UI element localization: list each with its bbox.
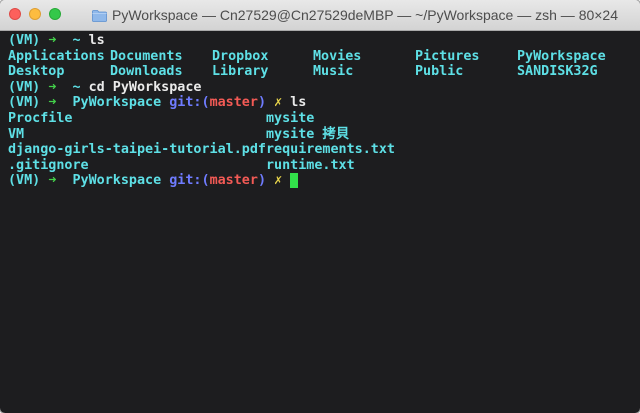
git-label: git:( <box>169 173 210 189</box>
zoom-button[interactable] <box>49 8 61 20</box>
listing-entry: mysite 拷貝 <box>266 126 350 142</box>
window-controls <box>9 8 61 20</box>
git-label-close: ) <box>257 95 266 111</box>
listing-entry: SANDISK32G <box>517 64 598 80</box>
current-directory: ~ <box>72 33 81 48</box>
listing-entry: Desktop <box>8 64 65 80</box>
listing-entry: runtime.txt <box>266 157 355 173</box>
listing-entry: .gitignore <box>8 157 89 173</box>
listing-entry: Downloads <box>110 64 183 80</box>
virtualenv-indicator: (VM) <box>8 33 41 48</box>
title-bar[interactable]: PyWorkspace — Cn27529@Cn27529deMBP — ~/P… <box>0 0 640 31</box>
listing-entry: Music <box>313 64 354 80</box>
virtualenv-indicator: (VM) <box>8 173 41 189</box>
terminal-output[interactable]: (VM) ➜ ~ ls Applications Documents Dropbox M… <box>0 31 640 413</box>
prompt-arrow: ➜ <box>48 79 57 95</box>
folder-icon <box>92 9 107 22</box>
prompt-line: (VM) ➜ ~ ls <box>8 33 640 49</box>
prompt-arrow: ➜ <box>48 173 57 189</box>
git-dirty-indicator: ✗ <box>274 173 283 189</box>
virtualenv-indicator: (VM) <box>8 95 41 111</box>
prompt-line: (VM) ➜ PyWorkspace git:(master) ✗ <box>8 173 640 189</box>
git-dirty-indicator: ✗ <box>274 95 283 111</box>
command-text: cd PyWorkspace <box>88 79 202 95</box>
prompt-arrow: ➜ <box>48 95 57 111</box>
output-line: .gitignore runtime.txt <box>8 158 640 174</box>
virtualenv-indicator: (VM) <box>8 79 41 95</box>
listing-entry: Documents <box>110 48 183 64</box>
close-button[interactable] <box>9 8 21 20</box>
listing-entry: Procfile <box>8 110 73 126</box>
command-text: ls <box>290 95 307 111</box>
listing-entry: VM <box>8 126 25 142</box>
listing-entry: Public <box>415 64 464 80</box>
listing-entry: Library <box>212 64 269 80</box>
terminal-window: PyWorkspace — Cn27529@Cn27529deMBP — ~/P… <box>0 0 640 413</box>
output-line: Applications Documents Dropbox Movies Pictur… <box>8 49 640 65</box>
listing-entry: Pictures <box>415 48 480 64</box>
output-line: VM mysite 拷貝 <box>8 127 640 143</box>
output-line: django-girls-taipei-tutorial.pdf requirem… <box>8 142 640 158</box>
prompt-line: (VM) ➜ PyWorkspace git:(master) ✗ ls <box>8 95 640 111</box>
git-branch: master <box>209 95 258 111</box>
command-text: ls <box>88 33 105 48</box>
listing-entry: PyWorkspace <box>517 48 606 64</box>
window-title-area: PyWorkspace — Cn27529@Cn27529deMBP — ~/P… <box>76 0 634 30</box>
listing-entry: Movies <box>313 48 362 64</box>
current-directory: ~ <box>72 79 81 95</box>
git-label: git:( <box>169 95 210 111</box>
listing-entry: django-girls-taipei-tutorial.pdf <box>8 142 266 158</box>
terminal-cursor[interactable] <box>290 173 299 189</box>
prompt-arrow: ➜ <box>48 33 57 48</box>
git-label-close: ) <box>257 173 266 189</box>
window-title: PyWorkspace — Cn27529@Cn27529deMBP — ~/P… <box>111 7 619 23</box>
listing-entry: Dropbox <box>212 48 269 64</box>
output-line: Desktop Downloads Library Music Public SANDIS… <box>8 64 640 80</box>
prompt-line: (VM) ➜ ~ cd PyWorkspace <box>8 80 640 96</box>
listing-entry: requirements.txt <box>266 142 395 158</box>
minimize-button[interactable] <box>29 8 41 20</box>
output-line: Procfile mysite <box>8 111 640 127</box>
listing-entry: Applications <box>8 48 105 64</box>
current-directory: PyWorkspace <box>72 95 162 111</box>
git-branch: master <box>209 173 258 189</box>
listing-entry: mysite <box>266 110 315 126</box>
current-directory: PyWorkspace <box>72 173 162 189</box>
